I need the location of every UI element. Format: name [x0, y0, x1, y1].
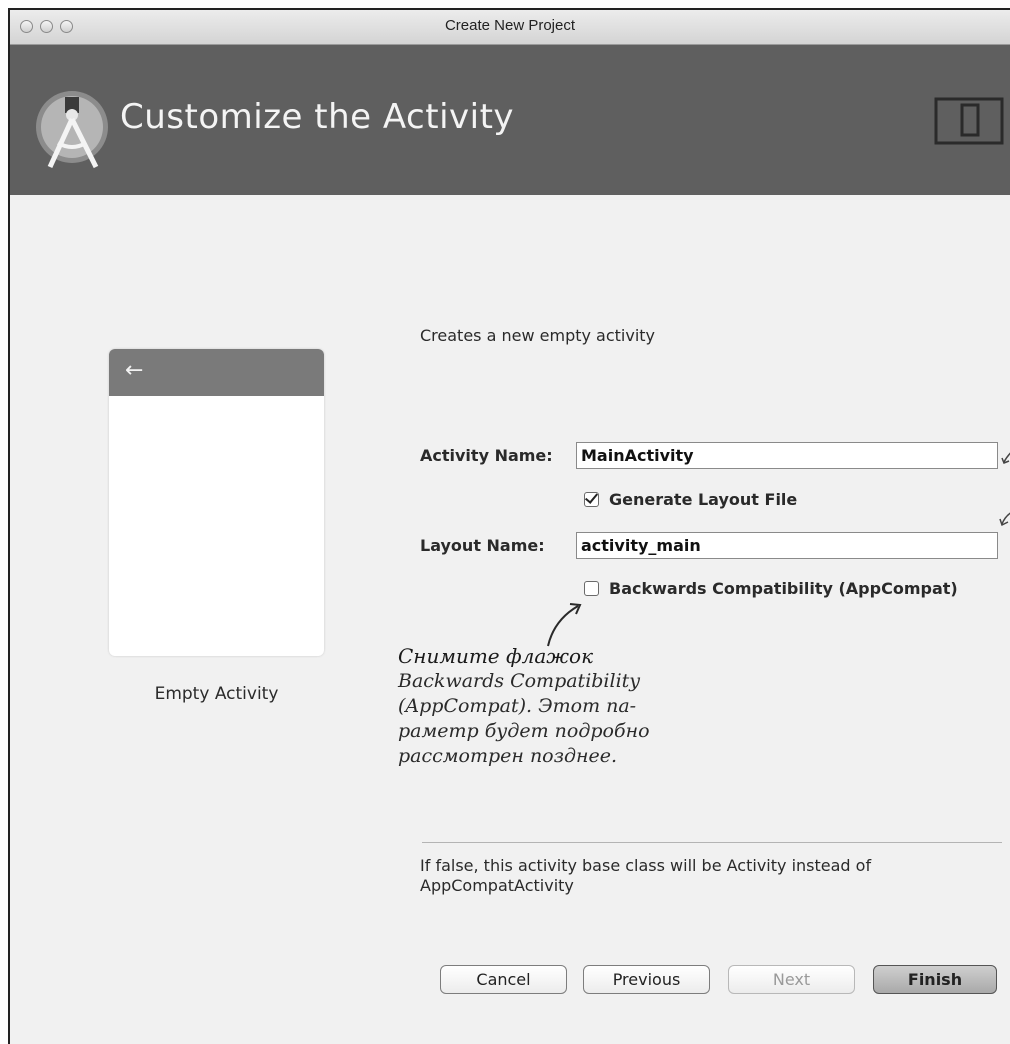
next-button[interactable]: Next	[728, 965, 855, 994]
back-arrow-icon: ←	[125, 358, 144, 383]
previous-button[interactable]: Previous	[583, 965, 710, 994]
wizard-header: Customize the Activity	[10, 45, 1010, 195]
annotation-heading: Снимите флажок	[398, 644, 594, 668]
preview-app-bar: ←	[109, 349, 324, 396]
side-annotation-arrow-icon	[1001, 452, 1010, 464]
layout-name-label: Layout Name:	[420, 536, 545, 555]
wizard-content: ← Empty Activity Creates a new empty act…	[10, 196, 1010, 1044]
appcompat-label: Backwards Compatibility (AppCompat)	[609, 579, 958, 598]
appcompat-row[interactable]: Backwards Compatibility (AppCompat)	[584, 579, 958, 598]
title-bar: Create New Project	[10, 10, 1010, 45]
annotation-line: раметр будет подробно	[398, 720, 650, 742]
help-text: If false, this activity base class will …	[420, 856, 872, 895]
layout-name-input[interactable]: activity_main	[576, 532, 998, 559]
handwritten-annotation: Снимите флажок Backwards Compatibility (…	[398, 644, 798, 769]
activity-name-input[interactable]: MainActivity	[576, 442, 998, 469]
generate-layout-label: Generate Layout File	[609, 490, 798, 509]
divider	[422, 842, 1002, 843]
page-title: Customize the Activity	[120, 97, 515, 137]
create-project-window: Create New Project Customize the Activit…	[8, 8, 1010, 1044]
annotation-line: Backwards Compatibility	[398, 670, 641, 692]
android-studio-logo-icon	[36, 91, 108, 169]
annotation-arrow-icon	[547, 603, 582, 647]
template-name: Empty Activity	[154, 684, 279, 704]
appcompat-checkbox[interactable]	[584, 581, 599, 596]
activity-preview: ←	[109, 349, 324, 656]
annotation-line: (AppCompat). Этот па-	[398, 695, 637, 717]
device-form-factor-icon	[934, 97, 1004, 145]
window-title: Create New Project	[444, 17, 576, 34]
finish-button[interactable]: Finish	[873, 965, 997, 994]
generate-layout-checkbox[interactable]	[584, 492, 599, 507]
cancel-button[interactable]: Cancel	[440, 965, 567, 994]
generate-layout-row[interactable]: Generate Layout File	[584, 490, 797, 509]
template-description: Creates a new empty activity	[420, 326, 656, 345]
activity-name-label: Activity Name:	[420, 446, 553, 465]
side-annotation-arrow-icon	[999, 512, 1010, 527]
annotation-line: рассмотрен позднее.	[398, 745, 618, 767]
